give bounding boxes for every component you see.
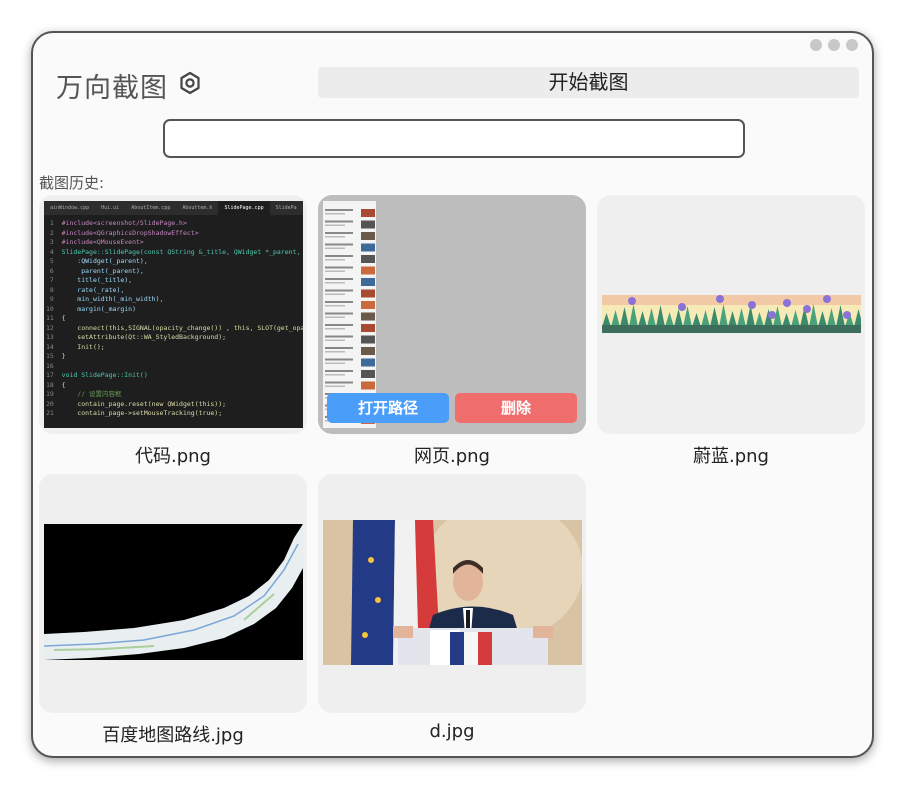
code-line: 4 SlidePage::SlidePage(const QString &_t… — [46, 247, 303, 256]
open-path-button[interactable]: 打开路径 — [327, 393, 449, 423]
history-caption: 代码.png — [135, 446, 211, 467]
editor-tab: Abouttem.h — [182, 205, 213, 211]
code-thumbnail: ainWindow.cpp Hui.ui AboutItem.cpp Abouttem… — [44, 201, 303, 428]
code-line: 7 title(_title), — [46, 276, 133, 284]
code-line: 8 rate(_rate), — [46, 285, 125, 294]
window-dot-3[interactable] — [846, 39, 858, 51]
code-line: 1 #include<screenshot/SlidePage.h> — [46, 219, 187, 227]
code-line: 20 contain_page.reset(new QWidget(this))… — [46, 399, 227, 408]
window-dot-2[interactable] — [828, 39, 840, 51]
game-thumbnail — [602, 295, 861, 333]
start-screenshot-button[interactable]: 开始截图 — [318, 67, 859, 98]
history-caption: 蔚蓝.png — [693, 446, 769, 467]
code-lines: 1 #include<screenshot/SlidePage.h> 2 #in… — [44, 215, 303, 419]
history-caption: 百度地图路线.jpg — [102, 725, 244, 746]
editor-tab: SlidePa — [275, 205, 297, 211]
game-scene — [602, 295, 861, 333]
photo-scene — [323, 520, 582, 665]
map-route — [44, 524, 303, 660]
code-line: 21 contain_page->setMouseTracking(true); — [46, 409, 223, 417]
code-line: 14 Init(); — [46, 342, 105, 351]
window-dot-1[interactable] — [810, 39, 822, 51]
code-line: 11 { — [46, 314, 66, 322]
photo-thumbnail — [323, 520, 582, 665]
history-card-hovered[interactable]: 打开路径 删除 — [318, 195, 586, 434]
code-line: 9 min_width(_min_width), — [46, 295, 164, 303]
editor-tab: ainWindow.cpp — [50, 205, 90, 211]
code-line: 15 } — [46, 352, 66, 360]
history-card[interactable] — [318, 474, 586, 713]
settings-icon[interactable] — [178, 71, 202, 95]
code-line: 5 :QWidget(_parent), — [46, 257, 148, 265]
code-line: 18 { — [46, 380, 66, 389]
window-controls — [810, 39, 858, 51]
history-card[interactable]: ainWindow.cpp Hui.ui AboutItem.cpp Abouttem… — [39, 195, 307, 434]
app-title: 万向截图 — [56, 73, 168, 104]
editor-tab: SlidePage.cpp — [218, 201, 270, 215]
app-window: 万向截图 开始截图 截图历史: ainWindow.cpp Hui.ui About… — [31, 31, 874, 758]
code-line: 16 — [46, 361, 62, 370]
map-thumbnail — [44, 524, 303, 660]
history-caption: 网页.png — [414, 446, 490, 467]
delete-button[interactable]: 删除 — [455, 393, 577, 423]
history-caption: d.jpg — [429, 721, 475, 742]
search-input[interactable] — [163, 119, 745, 158]
history-card[interactable] — [597, 195, 865, 434]
editor-tab: Hui.ui — [101, 205, 120, 211]
history-label: 截图历史: — [39, 174, 105, 192]
code-line: 19 // 设置内容框 — [46, 390, 122, 398]
code-line: 6 parent(_parent), — [46, 266, 144, 275]
editor-tab: AboutItem.cpp — [131, 205, 171, 211]
code-line: 2 #include<QGraphicsDropShadowEffect> — [46, 228, 199, 237]
code-line: 3 #include<QMouseEvent> — [46, 238, 144, 246]
editor-tabs: ainWindow.cpp Hui.ui AboutItem.cpp Abouttem… — [44, 201, 303, 215]
code-line: 17 void SlidePage::Init() — [46, 371, 148, 379]
code-line: 12 connect(this,SIGNAL(opacity_change())… — [46, 323, 303, 332]
code-line: 13 setAttribute(Qt::WA_StyledBackground)… — [46, 333, 227, 341]
history-card[interactable] — [39, 474, 307, 713]
code-line: 10 margin(_margin) — [46, 304, 137, 313]
